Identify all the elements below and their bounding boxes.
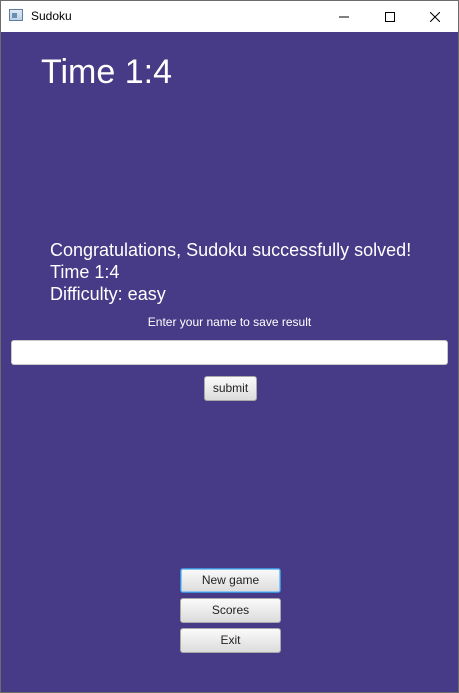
result-time: Time 1:4: [50, 262, 120, 282]
save-prompt: Enter your name to save result: [147, 315, 312, 329]
player-name-input[interactable]: [11, 340, 448, 365]
game-content: Time 1:4 Congratulations, Sudoku success…: [1, 32, 458, 692]
minimize-button[interactable]: [321, 1, 367, 32]
maximize-icon: [385, 11, 395, 22]
window-title: Sudoku: [31, 9, 72, 23]
title-bar[interactable]: Sudoku: [1, 1, 458, 32]
scores-button[interactable]: Scores: [180, 598, 281, 623]
maximize-button[interactable]: [367, 1, 413, 32]
sudoku-window: Sudoku Time 1:4 Congratulations, Sudoku …: [0, 0, 459, 693]
result-panel: Congratulations, Sudoku successfully sol…: [50, 239, 411, 305]
minimize-icon: [339, 16, 349, 17]
submit-button[interactable]: submit: [204, 376, 257, 401]
close-icon: [430, 11, 440, 22]
success-message: Congratulations, Sudoku successfully sol…: [50, 240, 412, 260]
result-difficulty: Difficulty: easy: [50, 284, 166, 304]
timer-label: Time 1:4: [41, 53, 173, 91]
close-button[interactable]: [412, 1, 458, 32]
exit-button[interactable]: Exit: [180, 628, 281, 653]
new-game-button[interactable]: New game: [180, 568, 281, 593]
app-icon: [9, 9, 23, 21]
